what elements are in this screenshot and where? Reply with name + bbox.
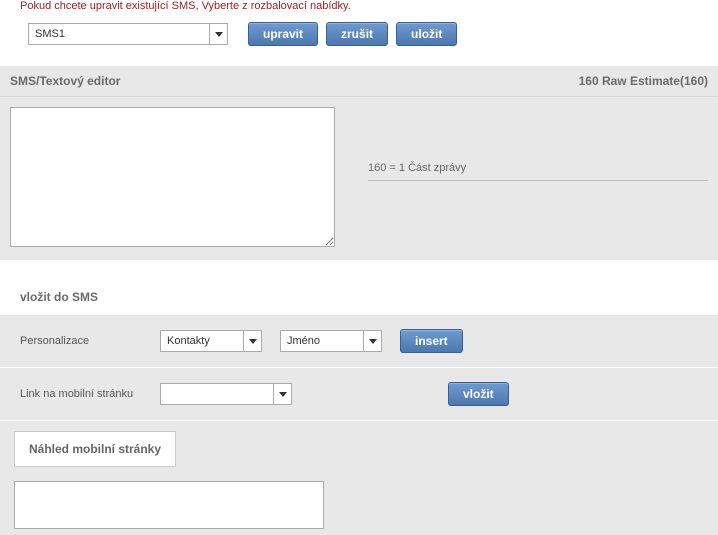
personalize-controls: Kontakty Jméno insert — [160, 329, 463, 353]
sms-textarea[interactable] — [10, 107, 335, 247]
name-select[interactable]: Jméno — [280, 330, 382, 352]
link-select[interactable] — [160, 383, 292, 405]
preview-box — [14, 481, 324, 529]
char-info-line: 160 = 1 Část zprávy — [368, 162, 708, 181]
contacts-select-input[interactable]: Kontakty — [161, 331, 261, 351]
editor-title: SMS/Textový editor — [10, 74, 120, 88]
cancel-button[interactable]: zrušit — [326, 22, 388, 46]
chevron-down-icon — [209, 24, 227, 44]
contacts-select[interactable]: Kontakty — [160, 330, 262, 352]
personalize-label: Personalizace — [20, 335, 160, 347]
insert-button[interactable]: insert — [400, 329, 463, 353]
editor-panel-body: 160 = 1 Část zprávy — [0, 96, 718, 260]
save-button[interactable]: uložit — [396, 22, 457, 46]
preview-button[interactable]: Náhled mobilní stránky — [14, 431, 176, 467]
instruction-text: Pokud chcete upravit existující SMS, Vyb… — [0, 0, 718, 22]
vlozit-button[interactable]: vložit — [448, 382, 509, 406]
edit-button[interactable]: upravit — [248, 22, 318, 46]
link-row: Link na mobilní stránku vložit — [0, 367, 718, 420]
top-button-group: upravit zrušit uložit — [248, 22, 457, 46]
editor-panel: SMS/Textový editor 160 Raw Estimate(160)… — [0, 66, 718, 260]
link-controls: vložit — [160, 382, 509, 406]
sms-select-input[interactable]: SMS1 — [29, 24, 91, 44]
editor-cell — [10, 107, 348, 250]
editor-info: 160 = 1 Část zprávy — [348, 107, 708, 250]
editor-panel-header: SMS/Textový editor 160 Raw Estimate(160) — [0, 66, 718, 96]
link-label: Link na mobilní stránku — [20, 388, 160, 400]
link-select-input[interactable] — [161, 384, 291, 404]
personalize-row: Personalizace Kontakty Jméno insert — [0, 314, 718, 367]
name-select-input[interactable]: Jméno — [281, 331, 381, 351]
preview-area: Náhled mobilní stránky — [0, 420, 718, 535]
top-controls: SMS1 upravit zrušit uložit — [0, 22, 718, 66]
char-estimate: 160 Raw Estimate(160) — [579, 74, 708, 88]
insert-section-title: vložit do SMS — [0, 280, 718, 314]
sms-select[interactable]: SMS1 — [28, 23, 228, 45]
